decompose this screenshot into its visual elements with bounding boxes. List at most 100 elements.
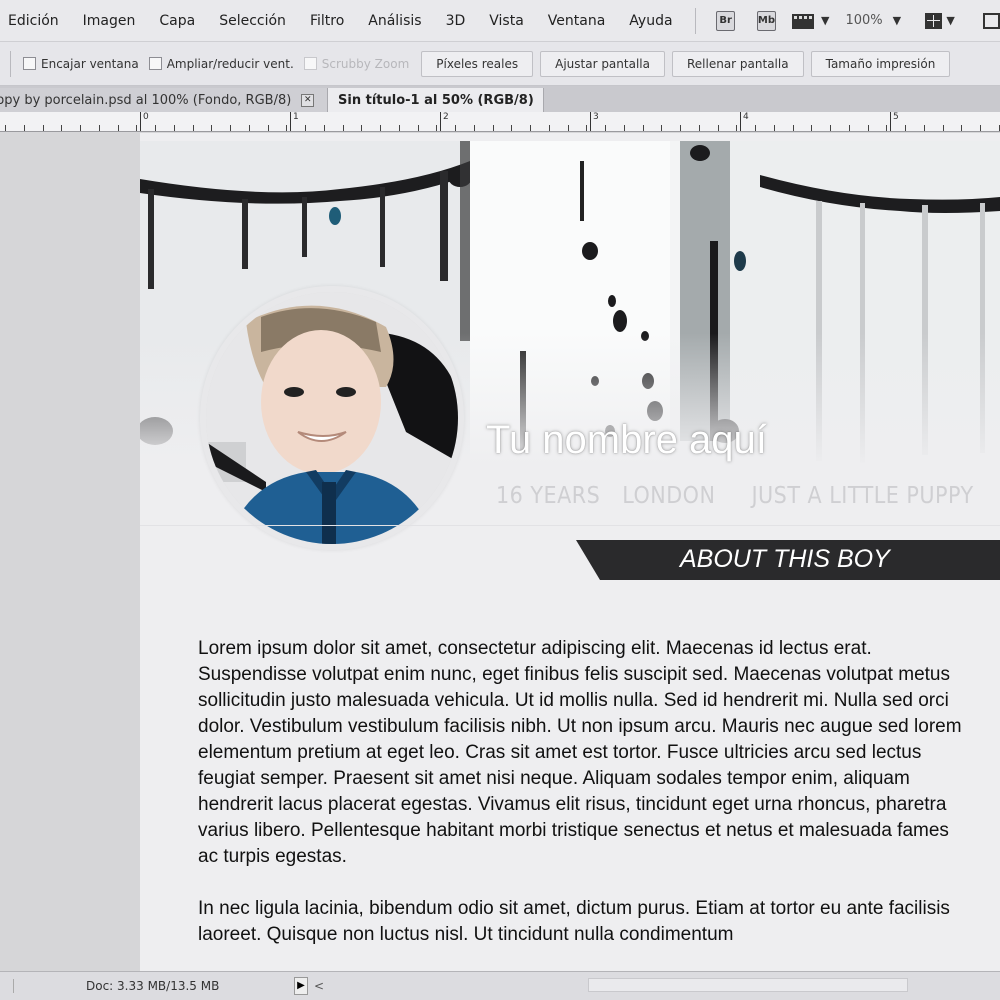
horizontal-ruler[interactable]: 0 1 2 3 4 5 [0,112,1000,132]
document-tabs: ppy by porcelain.psd al 100% (Fondo, RGB… [0,86,1000,112]
ruler-major-tick [590,112,591,131]
ruler-minor-tick [661,125,662,131]
ruler-minor-tick [305,125,306,131]
tag-description: JUST A LITTLE PUPPY [751,483,974,509]
ruler-minor-tick [868,125,869,131]
ruler-minor-tick [849,125,850,131]
ruler-minor-tick [736,125,737,131]
workspace[interactable]: Tu nombre aquí 16 YEARS LONDON JUST A LI… [0,133,1000,971]
menu-ventana[interactable]: Ventana [536,13,618,29]
ruler-minor-tick [699,125,700,131]
ruler-minor-tick [886,125,887,131]
bridge-button[interactable]: Br [716,10,735,31]
document-canvas[interactable]: Tu nombre aquí 16 YEARS LONDON JUST A LI… [140,133,1000,971]
ruler-major-tick [890,112,891,131]
chevron-down-icon[interactable]: ▼ [946,14,954,27]
ruler-minor-tick [755,125,756,131]
fit-window-label: Encajar ventana [41,56,139,71]
ruler-major-tick [440,112,441,131]
ruler-minor-tick [80,125,81,131]
scrubby-zoom-label: Scrubby Zoom [321,56,410,71]
avatar [200,286,464,550]
tag-age: 16 YEARS [496,483,601,509]
tab-label: ppy by porcelain.psd al 100% (Fondo, RGB… [0,92,292,108]
about-title: ABOUT THIS BOY [680,545,890,573]
status-zoom-field[interactable] [0,979,14,993]
arrange-documents-icon[interactable] [925,12,943,29]
ruler-minor-tick [455,125,456,131]
options-bar: Encajar ventana Ampliar/reducir vent. Sc… [0,42,1000,86]
options-divider [10,50,11,77]
zoom-level[interactable]: 100% [845,13,882,28]
ruler-minor-tick [493,125,494,131]
ruler-minor-tick [943,125,944,131]
screen-mode-icon[interactable] [982,12,1000,29]
close-icon[interactable]: ✕ [301,93,315,107]
menu-3d[interactable]: 3D [434,13,478,29]
paragraph: In nec ligula lacinia, bibendum odio sit… [198,898,950,945]
paragraph: Lorem ipsum dolor sit amet, consectetur … [198,638,962,867]
ruler-minor-tick [418,125,419,131]
menu-analisis[interactable]: Análisis [356,13,433,29]
ruler-minor-tick [286,125,287,131]
ruler-minor-tick [924,125,925,131]
ruler-label: 2 [443,112,449,122]
scroll-left-icon[interactable]: < [314,979,324,993]
menu-bar: Edición Imagen Capa Selección Filtro Aná… [0,0,1000,42]
film-icon[interactable]: ▼ [791,11,829,31]
menu-seleccion[interactable]: Selección [207,13,298,29]
profile-name: Tu nombre aquí [486,418,767,462]
fill-screen-button[interactable]: Rellenar pantalla [671,50,804,77]
status-menu-arrow-icon[interactable]: ▶ [294,977,308,995]
mini-bridge-button[interactable]: Mb [756,10,776,31]
ruler-minor-tick [605,125,606,131]
menu-ayuda[interactable]: Ayuda [617,13,684,29]
ruler-minor-tick [230,125,231,131]
ruler-minor-tick [436,125,437,131]
tab-porcelain-psd[interactable]: ppy by porcelain.psd al 100% (Fondo, RGB… [0,88,328,112]
ruler-minor-tick [980,125,981,131]
menu-edicion[interactable]: Edición [0,13,71,29]
toolbar-divider [694,7,696,34]
fit-window-checkbox[interactable]: Encajar ventana [23,57,139,71]
ruler-minor-tick [193,125,194,131]
section-divider [140,525,1000,526]
ruler-major-tick [290,112,291,131]
ruler-minor-tick [680,125,681,131]
actual-pixels-button[interactable]: Píxeles reales [421,50,534,77]
horizontal-scrollbar[interactable] [588,978,908,992]
fit-screen-button[interactable]: Ajustar pantalla [540,50,665,77]
ruler-minor-tick [249,125,250,131]
chevron-down-icon[interactable]: ▼ [893,14,901,27]
ruler-minor-tick [549,125,550,131]
ruler-major-tick [740,112,741,131]
ruler-major-tick [140,112,141,131]
scrubby-zoom-checkbox[interactable]: Scrubby Zoom [303,56,410,71]
tab-sin-titulo[interactable]: Sin título-1 al 50% (RGB/8) ✕ [328,88,544,112]
ruler-minor-tick [174,125,175,131]
ruler-minor-tick [99,125,100,131]
resize-windows-checkbox[interactable]: Ampliar/reducir vent. [148,56,294,71]
tag-location: LONDON [622,483,716,509]
ruler-minor-tick [774,125,775,131]
menu-vista[interactable]: Vista [477,13,536,29]
avatar-photo [206,292,458,544]
ruler-minor-tick [624,125,625,131]
ruler-minor-tick [136,125,137,131]
print-size-button[interactable]: Tamaño impresión [810,50,951,77]
menu-capa[interactable]: Capa [147,13,207,29]
ruler-label: 4 [743,112,749,122]
ruler-minor-tick [268,125,269,131]
ruler-minor-tick [24,125,25,131]
resize-windows-label: Ampliar/reducir vent. [166,56,294,71]
tab-label: Sin título-1 al 50% (RGB/8) [338,92,534,108]
status-bar: Doc: 3.33 MB/13.5 MB ▶ < [0,971,1000,1000]
ruler-minor-tick [343,125,344,131]
ruler-minor-tick [530,125,531,131]
ruler-minor-tick [568,125,569,131]
ruler-minor-tick [793,125,794,131]
menu-filtro[interactable]: Filtro [298,13,356,29]
menu-imagen[interactable]: Imagen [71,13,148,29]
ruler-label: 0 [143,112,149,122]
ruler-label: 5 [893,112,899,122]
